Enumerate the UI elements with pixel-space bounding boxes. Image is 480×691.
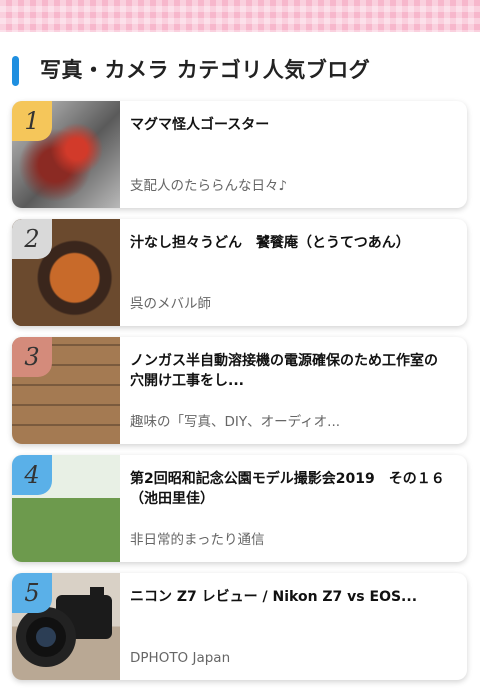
section-title: 写真・カメラ カテゴリ人気ブログ <box>40 58 371 82</box>
rank-badge: 2 <box>12 219 52 259</box>
rank-badge: 1 <box>12 101 52 141</box>
post-title[interactable]: 第2回昭和記念公園モデル撮影会2019 その１６（池田里佳） <box>130 469 450 509</box>
ranking-list: 1 マグマ怪人ゴースター 支配人のたららんな日々♪ 2 汁なし担々うどん 饕餮庵… <box>12 101 467 691</box>
post-title[interactable]: 汁なし担々うどん 饕餮庵（とうてつあん） <box>130 233 450 253</box>
ranking-item-3[interactable]: 3 ノンガス半自動溶接機の電源確保のため工作室の穴開け工事をし... 趣味の「写… <box>12 337 467 444</box>
post-title[interactable]: ノンガス半自動溶接機の電源確保のため工作室の穴開け工事をし... <box>130 351 450 391</box>
blog-name: 支配人のたららんな日々♪ <box>130 178 288 194</box>
blog-name: 非日常的まったり通信 <box>130 532 265 548</box>
rank-badge: 5 <box>12 573 52 613</box>
heading-accent-bar <box>12 56 19 86</box>
rank-badge: 3 <box>12 337 52 377</box>
section-header: 写真・カメラ カテゴリ人気ブログ <box>0 32 480 102</box>
rank-badge: 4 <box>12 455 52 495</box>
post-title[interactable]: ニコン Z7 レビュー / Nikon Z7 vs EOS... <box>130 587 450 607</box>
decorative-top-band <box>0 0 480 32</box>
post-title[interactable]: マグマ怪人ゴースター <box>130 115 450 135</box>
blog-name: 呉のメバル師 <box>130 296 211 312</box>
ranking-item-1[interactable]: 1 マグマ怪人ゴースター 支配人のたららんな日々♪ <box>12 101 467 208</box>
blog-name: DPHOTO Japan <box>130 650 231 666</box>
ranking-item-2[interactable]: 2 汁なし担々うどん 饕餮庵（とうてつあん） 呉のメバル師 <box>12 219 467 326</box>
ranking-item-4[interactable]: 4 第2回昭和記念公園モデル撮影会2019 その１６（池田里佳） 非日常的まった… <box>12 455 467 562</box>
blog-name: 趣味の「写真、DIY、オーディオ... <box>130 414 341 430</box>
ranking-item-5[interactable]: 5 ニコン Z7 レビュー / Nikon Z7 vs EOS... DPHOT… <box>12 573 467 680</box>
